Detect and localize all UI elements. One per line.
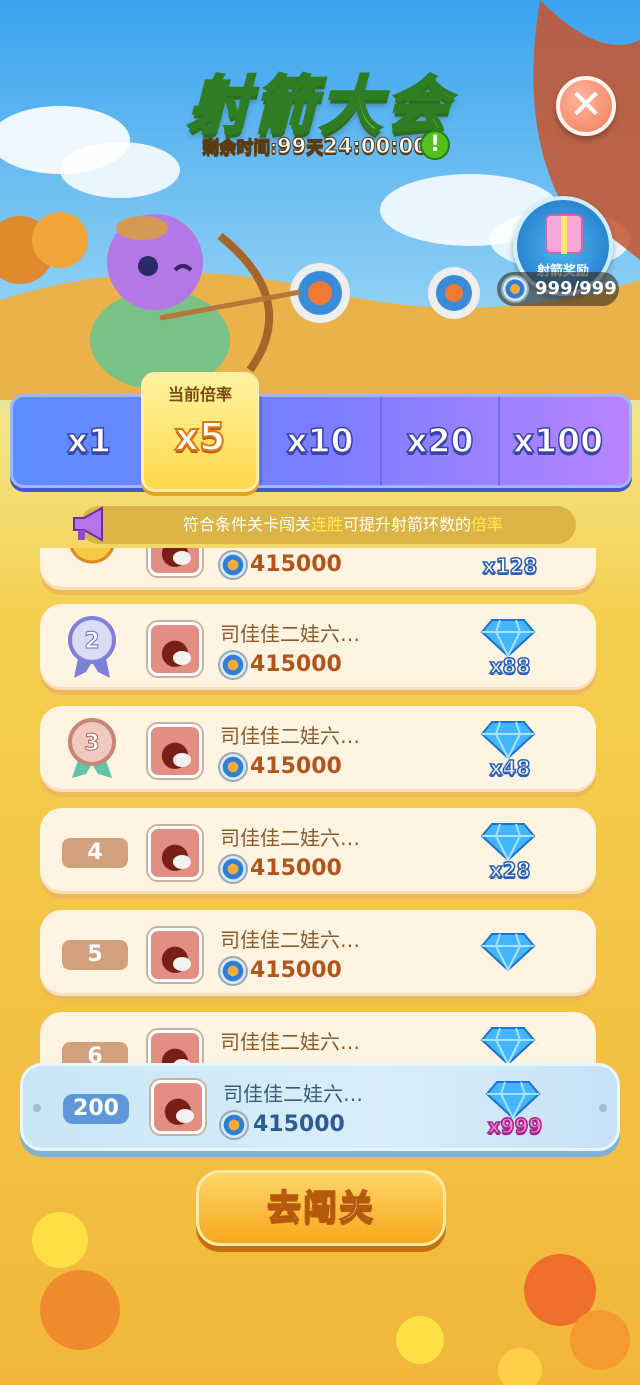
- go-challenge-button[interactable]: 去闯关: [196, 1170, 446, 1246]
- diamond-icon: [480, 721, 536, 760]
- tip-text-2: 可提升: [342, 515, 391, 534]
- diamond-icon: [480, 619, 536, 658]
- current-multiplier-value: x5: [174, 414, 227, 460]
- svg-text:1: 1: [84, 548, 99, 554]
- table-row[interactable]: 2 司佳佳二娃六… 415000 x88: [40, 604, 596, 690]
- table-row[interactable]: 4 司佳佳二娃六… 415000 x28: [40, 808, 596, 894]
- tip-text-1: 符合条件关卡闯关: [182, 515, 311, 534]
- player-name: 司佳佳二娃六…: [220, 724, 360, 748]
- multiplier-option-x20[interactable]: x20: [380, 396, 498, 486]
- reward-multiplier: x28: [489, 857, 531, 883]
- svg-text:2: 2: [84, 629, 99, 654]
- player-name: 司佳佳二娃六…: [220, 622, 360, 646]
- player-score: 415000: [250, 754, 342, 779]
- player-score: 415000: [250, 652, 342, 677]
- reward-multiplier: x48: [489, 755, 531, 781]
- timer-clock: 24:00:00: [323, 134, 428, 159]
- avatar: [148, 548, 202, 576]
- multiplier-option-x100[interactable]: x100: [498, 396, 616, 486]
- timer-label: 剩余时间:: [202, 138, 278, 159]
- my-reward-multiplier: x999: [487, 1113, 543, 1139]
- tip-highlight-1: 连胜: [310, 515, 343, 534]
- event-title: 射箭大会: [186, 68, 452, 144]
- gold-medal-icon: 1: [69, 548, 115, 564]
- rank-badge: 5: [62, 940, 128, 970]
- target-coin-icon: [218, 752, 248, 782]
- diamond-icon: [480, 1027, 536, 1066]
- player-score: 415000: [250, 958, 342, 983]
- tip-banner: 符合条件关卡闯关连胜可提升射箭环数的倍率: [80, 506, 576, 544]
- timer-days: 99: [277, 134, 307, 159]
- exclamation-icon[interactable]: !: [420, 130, 450, 160]
- event-timer: 剩余时间:99天24:00:00: [180, 133, 450, 167]
- timer-days-unit: 天: [306, 138, 324, 159]
- multiplier-option-x10[interactable]: x10: [260, 396, 378, 486]
- player-name: 司佳佳二娃六…: [220, 1030, 360, 1054]
- diamond-icon: [480, 933, 536, 972]
- tip-highlight-2: 倍率: [471, 515, 504, 534]
- player-score: 415000: [250, 856, 342, 881]
- my-avatar: [151, 1080, 205, 1134]
- table-row[interactable]: 6 司佳佳二娃六…: [40, 1012, 596, 1068]
- reward-count-value: 999/999: [535, 278, 617, 299]
- decor-dot: [599, 1104, 607, 1112]
- reward-multiplier: x128: [482, 553, 538, 579]
- avatar: [148, 928, 202, 982]
- diamond-icon: [480, 823, 536, 862]
- decor-dot: [33, 1104, 41, 1112]
- my-rank-badge: 200: [63, 1094, 129, 1124]
- close-button[interactable]: ✕: [556, 76, 616, 136]
- svg-text:3: 3: [84, 731, 99, 756]
- reward-multiplier: x88: [489, 653, 531, 679]
- megaphone-icon: [73, 506, 103, 542]
- target-coin-icon: [219, 1110, 249, 1140]
- player-score: 415000: [250, 552, 342, 577]
- bronze-medal-icon: 3: [68, 718, 116, 778]
- gift-icon: [545, 214, 583, 254]
- target-coin-icon: [218, 956, 248, 986]
- target-coin-icon: [218, 650, 248, 680]
- target-coin-icon: [218, 550, 248, 580]
- multiplier-selected[interactable]: 当前倍率 x5: [141, 372, 259, 492]
- target-coin-icon: [501, 275, 529, 303]
- leaderboard-list[interactable]: 1 415000 x128 2 司佳佳二娃六… 415000 x88 3 司佳佳…: [0, 548, 640, 1068]
- current-multiplier-caption: 当前倍率: [167, 385, 232, 404]
- player-name: 司佳佳二娃六…: [220, 928, 360, 952]
- my-score: 415000: [253, 1112, 345, 1137]
- my-rank-row[interactable]: 200 司佳佳二娃六… 415000 x999: [20, 1063, 620, 1151]
- target-coin-icon: [218, 854, 248, 884]
- reward-count: 999/999: [497, 272, 619, 306]
- avatar: [148, 622, 202, 676]
- silver-medal-icon: 2: [68, 616, 116, 678]
- my-name: 司佳佳二娃六…: [223, 1082, 363, 1106]
- player-name: 司佳佳二娃六…: [220, 826, 360, 850]
- avatar: [148, 826, 202, 880]
- avatar: [148, 724, 202, 778]
- table-row[interactable]: 5 司佳佳二娃六… 415000: [40, 910, 596, 996]
- table-row[interactable]: 3 司佳佳二娃六… 415000 x48: [40, 706, 596, 792]
- multiplier-option-x1[interactable]: x1: [30, 396, 148, 486]
- table-row[interactable]: 1 415000 x128: [40, 548, 596, 590]
- tip-text-3: 射箭环数的: [391, 515, 472, 534]
- rank-badge: 4: [62, 838, 128, 868]
